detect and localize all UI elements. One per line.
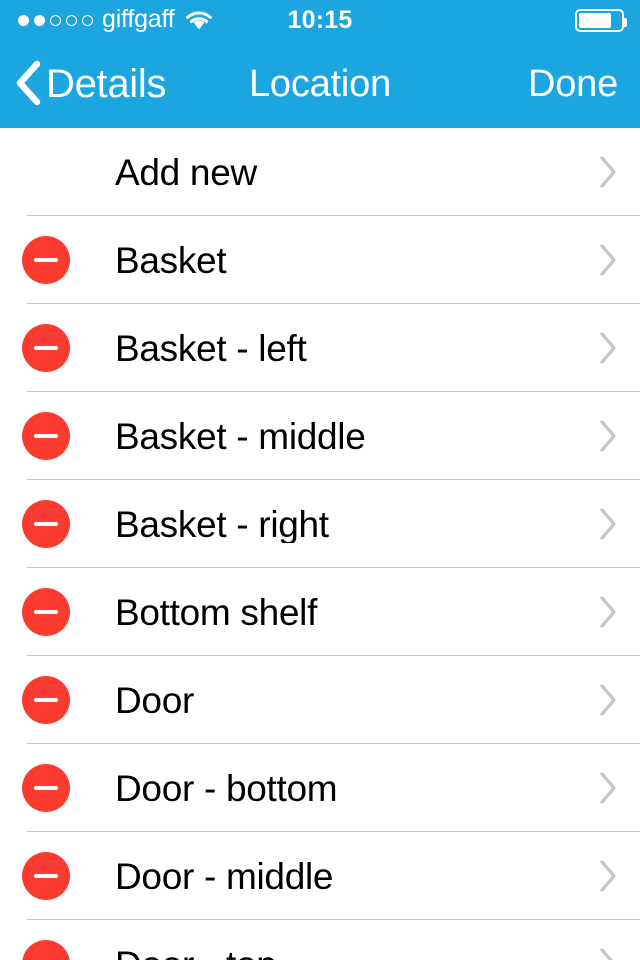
minus-bar (34, 610, 58, 614)
list-item[interactable]: Door - top (0, 920, 640, 960)
minus-circle-icon[interactable] (22, 324, 70, 372)
minus-circle-icon[interactable] (22, 676, 70, 724)
minus-circle-icon[interactable] (22, 500, 70, 548)
chevron-right-icon (598, 419, 618, 453)
status-bar: giffgaff 10:15 (0, 0, 640, 40)
minus-bar (34, 786, 58, 790)
list-item-label: Add new (115, 153, 257, 191)
minus-circle-icon[interactable] (22, 852, 70, 900)
navigation-bar: giffgaff 10:15 Details Location Done (0, 0, 640, 128)
list-item[interactable]: Basket - right (0, 480, 640, 568)
list-item-label: Basket (115, 241, 227, 279)
battery-icon (575, 8, 627, 32)
done-button[interactable]: Done (528, 40, 618, 128)
minus-bar (34, 874, 58, 878)
list-item[interactable]: Bottom shelf (0, 568, 640, 656)
list-item[interactable]: Door - bottom (0, 744, 640, 832)
chevron-right-icon (598, 771, 618, 805)
list-item[interactable]: Basket - left (0, 304, 640, 392)
list-item-label: Door (115, 681, 194, 719)
chevron-right-icon (598, 683, 618, 717)
chevron-right-icon (598, 507, 618, 541)
minus-bar (34, 258, 58, 262)
battery-cap (624, 17, 627, 27)
chevron-right-icon (598, 859, 618, 893)
chevron-right-icon (598, 331, 618, 365)
list-item-label: Door - middle (115, 857, 334, 895)
battery-fill (579, 12, 611, 28)
minus-bar (34, 434, 58, 438)
list-item[interactable]: Basket (0, 216, 640, 304)
list-item-label: Bottom shelf (115, 593, 318, 631)
minus-circle-icon[interactable] (22, 588, 70, 636)
chevron-right-icon (598, 947, 618, 960)
chevron-right-icon (598, 243, 618, 277)
list-item-label: Door - top (115, 946, 552, 960)
minus-circle-icon[interactable] (22, 236, 70, 284)
list-item[interactable]: Add new (0, 128, 640, 216)
list-item-label: Basket - middle (115, 417, 366, 455)
minus-bar (34, 698, 58, 702)
navigation-bar-content: Details Location Done (0, 40, 640, 128)
status-bar-right (575, 0, 627, 40)
location-list[interactable]: Add new Basket Basket - left Basket - middl… (0, 128, 640, 960)
minus-circle-icon[interactable] (22, 764, 70, 812)
minus-circle-icon[interactable] (22, 412, 70, 460)
status-bar-clock: 10:15 (287, 5, 353, 34)
list-item[interactable]: Door - middle (0, 832, 640, 920)
list-item[interactable]: Basket - middle (0, 392, 640, 480)
chevron-right-icon (598, 595, 618, 629)
list-item-label: Basket - right (115, 505, 329, 543)
list-item[interactable]: Door (0, 656, 640, 744)
chevron-right-icon (598, 155, 618, 189)
minus-bar (34, 346, 58, 350)
location-picker-screen: giffgaff 10:15 Details Location Done Add… (0, 0, 640, 960)
list-item-label: Door - bottom (115, 769, 338, 807)
list-item-label: Basket - left (115, 329, 307, 367)
minus-bar (34, 522, 58, 526)
minus-circle-icon[interactable] (22, 940, 70, 960)
